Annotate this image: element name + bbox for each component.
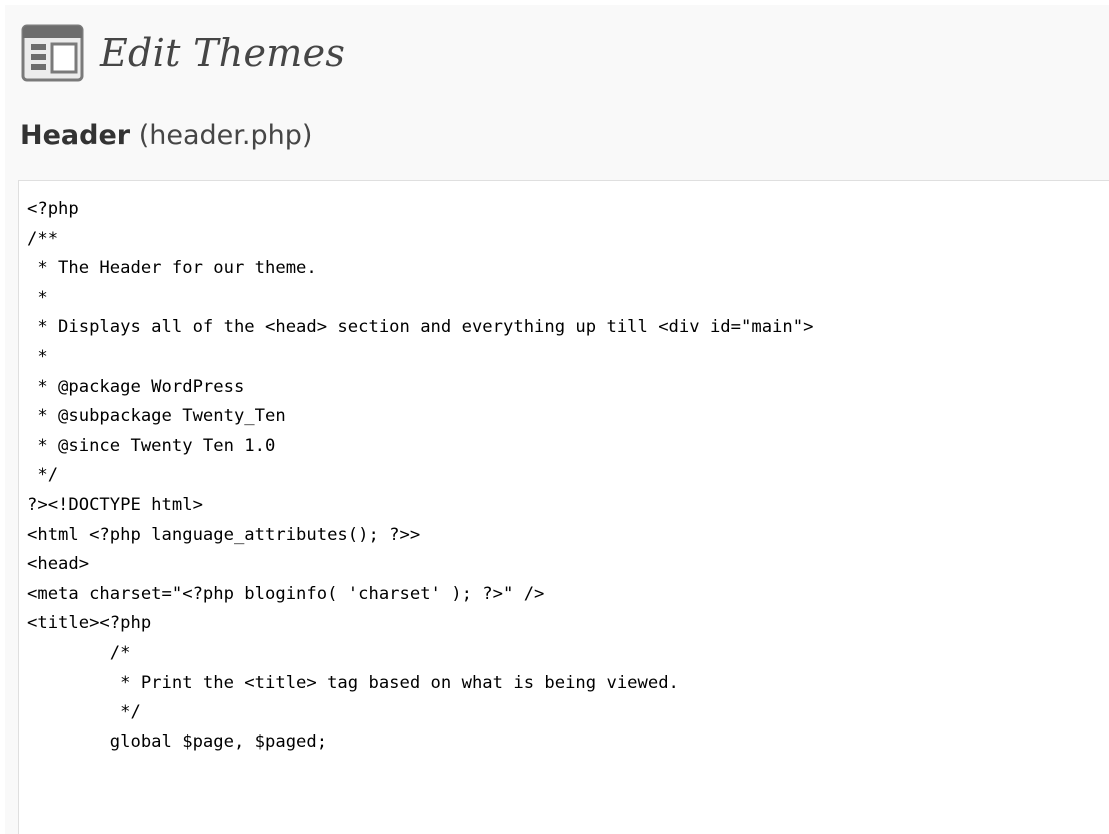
code-line: * @package WordPress (27, 376, 245, 397)
file-heading: Header (header.php) (20, 120, 312, 151)
file-name: (header.php) (138, 120, 313, 151)
page-title: Edit Themes (100, 31, 346, 75)
code-line: /** (27, 228, 59, 249)
code-line: */ (27, 465, 59, 486)
code-line: <html <?php language_attributes(); ?>> (27, 524, 421, 545)
code-textarea[interactable]: <?php/** * The Header for our theme. * *… (19, 181, 1109, 757)
code-line: * (27, 346, 48, 367)
code-line: <head> (27, 554, 90, 575)
code-line: global $page, $paged; (27, 731, 328, 752)
code-editor[interactable]: <?php/** * The Header for our theme. * *… (18, 180, 1109, 834)
file-title: Header (20, 120, 131, 151)
code-line: * (27, 287, 48, 308)
code-line: * Print the <title> tag based on what is… (27, 672, 679, 693)
left-edge (0, 0, 5, 834)
edit-themes-page: Edit Themes Header (header.php) <?php/**… (0, 0, 1109, 834)
top-edge (0, 0, 1109, 5)
code-line: /* (27, 642, 131, 663)
code-line: * The Header for our theme. (27, 258, 317, 279)
page-header: Edit Themes (21, 18, 345, 88)
code-line: ?><!DOCTYPE html> (27, 494, 203, 515)
code-line: */ (27, 702, 141, 723)
appearance-icon (21, 24, 84, 82)
code-line: * Displays all of the <head> section and… (27, 317, 814, 338)
code-line: <title><?php (27, 613, 152, 634)
code-line: <?php (27, 199, 79, 219)
code-line: * @since Twenty Ten 1.0 (27, 435, 276, 456)
code-line: <meta charset="<?php bloginfo( 'charset'… (27, 583, 545, 604)
code-line: * @subpackage Twenty_Ten (27, 406, 286, 427)
